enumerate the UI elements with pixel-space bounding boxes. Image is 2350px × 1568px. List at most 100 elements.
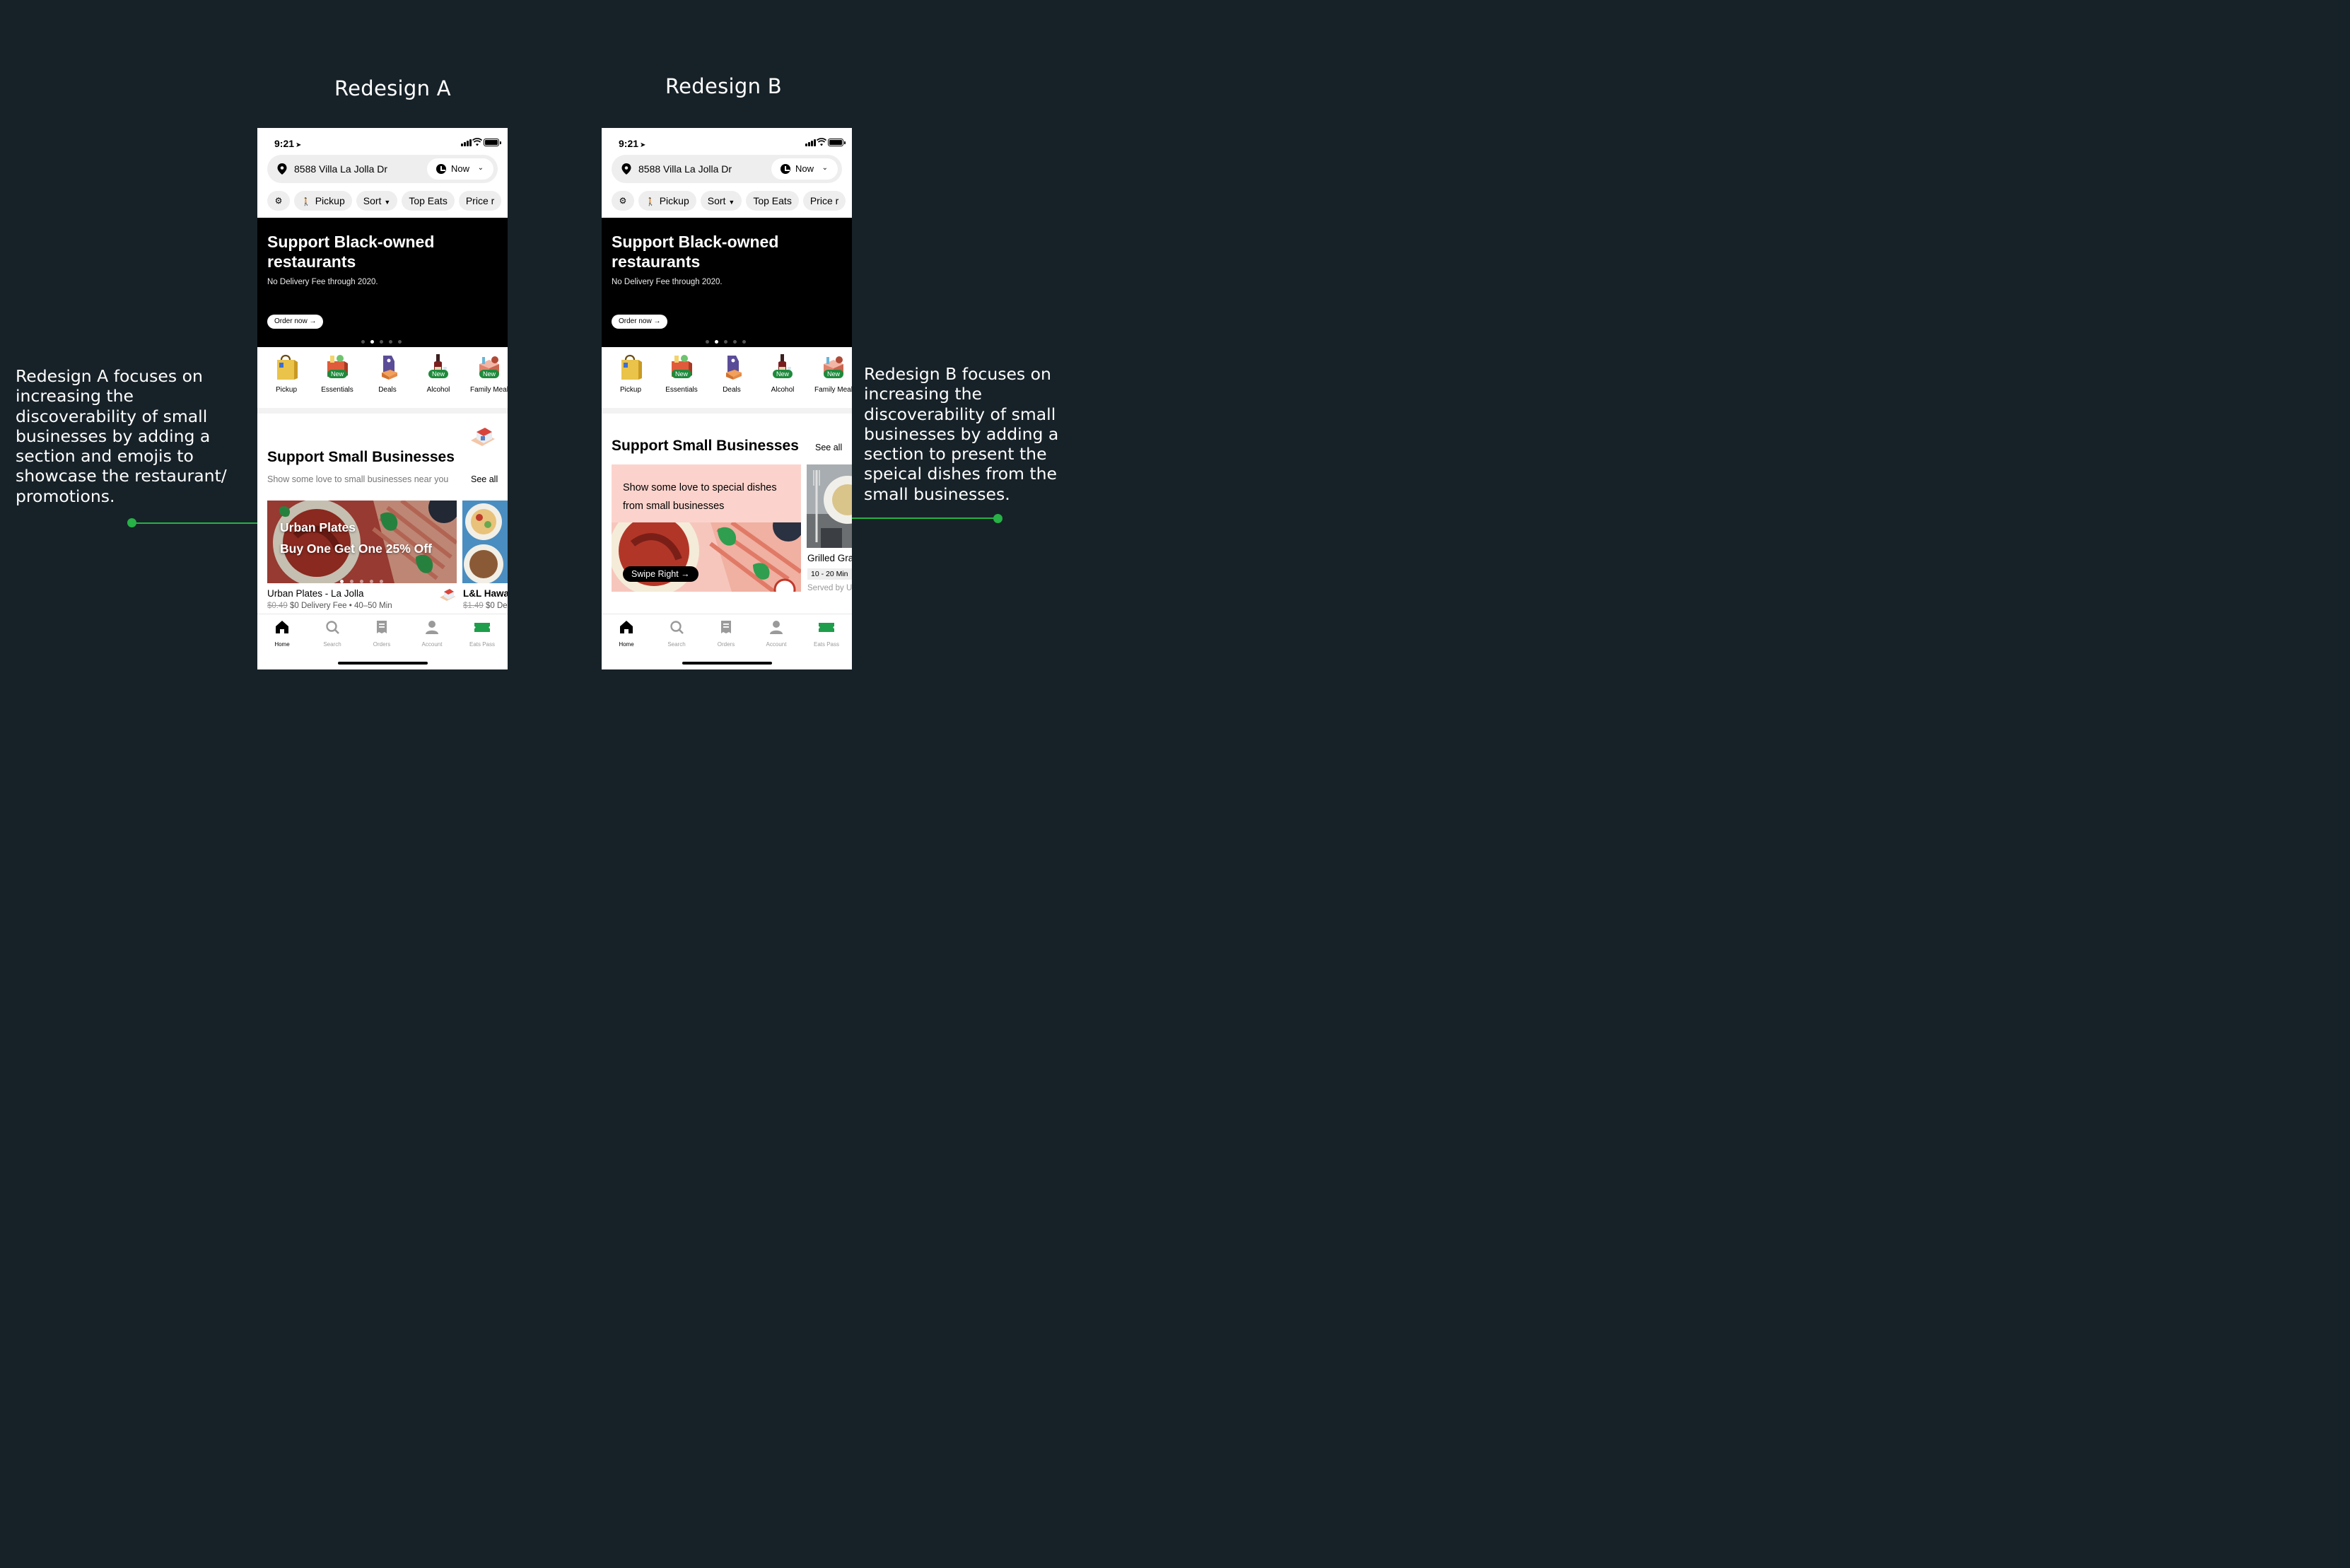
search-icon [326, 621, 339, 634]
tab-orders[interactable]: Orders [357, 620, 407, 648]
category-alcohol[interactable]: New Alcohol [414, 349, 463, 394]
delivery-time-label: Now [451, 163, 470, 174]
tab-home[interactable]: Home [602, 620, 651, 648]
delivery-eta: 40–50 Min [353, 602, 392, 610]
tab-orders[interactable]: Orders [701, 620, 751, 648]
old-delivery-fee: $0.49 [267, 602, 288, 610]
price-chip[interactable]: Price r [458, 191, 502, 211]
carousel-dots [706, 334, 752, 347]
tab-eats-pass[interactable]: Eats Pass [457, 620, 507, 648]
category-label: Alcohol [426, 386, 450, 394]
delivery-address: 8588 Villa La Jolla Dr [638, 163, 732, 175]
swipe-right-button[interactable]: Swipe Right → [623, 566, 698, 582]
promo-restaurant-name: Urban Plates [280, 520, 356, 534]
carousel-dots [361, 334, 407, 347]
shopping-bag-icon [616, 353, 645, 381]
hero-banner[interactable]: Support Black-owned restaurants No Deliv… [602, 218, 852, 347]
top-eats-chip-label: Top Eats [409, 195, 448, 206]
tab-search[interactable]: Search [652, 620, 701, 648]
chevron-down-icon: ⌄ [822, 164, 828, 172]
category-family-meal[interactable]: New Family Meal [464, 349, 508, 394]
category-deals[interactable]: Deals [707, 349, 756, 394]
hero-subtitle: No Delivery Fee through 2020. [267, 278, 378, 286]
sort-chip-label: Sort [363, 195, 382, 206]
pickup-chip[interactable]: 🚶 Pickup [638, 191, 696, 211]
tab-home[interactable]: Home [257, 620, 307, 648]
sliders-icon: ⚙ [274, 196, 283, 206]
receipt-icon [721, 621, 731, 633]
promo-card-image[interactable]: Urban Plates Buy One Get One 25% Off [267, 501, 457, 583]
card-carousel-dots [340, 574, 383, 583]
bottom-tab-bar: Home Search Orders Account Eats Pass [602, 614, 852, 669]
dish-served-by: Served by U [807, 584, 852, 592]
tab-account[interactable]: Account [752, 620, 801, 648]
tab-label: Home [619, 641, 634, 648]
storefront-small-icon [440, 589, 455, 601]
location-pin-icon [621, 163, 631, 175]
status-bar: 9:21 ➤ [257, 128, 508, 156]
tab-eats-pass[interactable]: Eats Pass [802, 620, 851, 648]
chevron-down-icon: ⌄ [477, 164, 484, 172]
status-time: 9:21 [274, 138, 295, 149]
connector-dot-b [993, 514, 1002, 523]
sort-chip[interactable]: Sort ▼ [700, 191, 742, 211]
battery-icon [484, 139, 501, 146]
delivery-fee: $0 De [485, 602, 508, 610]
address-bar[interactable]: 8588 Villa La Jolla Dr Now ⌄ [267, 155, 498, 183]
restaurant-name-2[interactable]: L&L Hawa [463, 588, 508, 599]
connector-line-a [131, 522, 257, 524]
tab-account[interactable]: Account [407, 620, 457, 648]
category-deals[interactable]: Deals [363, 349, 412, 394]
category-family-meal[interactable]: New Family Meal [809, 349, 852, 394]
category-pickup[interactable]: Pickup [606, 349, 655, 394]
restaurant-name[interactable]: Urban Plates - La Jolla [267, 588, 364, 599]
hero-banner[interactable]: Support Black-owned restaurants No Deliv… [257, 218, 508, 347]
phone-redesign-a: 9:21 ➤ 8588 Villa La Jolla Dr Now ⌄ ⚙ 🚶 Pic… [257, 128, 508, 669]
address-bar[interactable]: 8588 Villa La Jolla Dr Now ⌄ [612, 155, 842, 183]
phone-redesign-b: 9:21 ➤ 8588 Villa La Jolla Dr Now ⌄ ⚙ 🚶 Pic… [602, 128, 852, 669]
tab-search[interactable]: Search [308, 620, 357, 648]
account-icon [770, 621, 783, 634]
hero-title: Support Black-owned restaurants [267, 233, 435, 271]
pickup-chip[interactable]: 🚶 Pickup [294, 191, 352, 211]
filter-settings-chip[interactable]: ⚙ [612, 191, 634, 211]
delivery-time-selector[interactable]: Now ⌄ [771, 158, 838, 180]
top-eats-chip[interactable]: Top Eats [402, 191, 455, 211]
bottom-tab-bar: Home Search Orders Account Eats Pass [257, 614, 508, 669]
category-pickup[interactable]: Pickup [262, 349, 311, 394]
top-eats-chip[interactable]: Top Eats [746, 191, 799, 211]
section-title: Support Small Businesses [267, 449, 455, 465]
category-essentials[interactable]: New Essentials [657, 349, 706, 394]
dish-name[interactable]: Grilled Gra [807, 553, 852, 563]
signal-icon [461, 139, 472, 146]
see-all-link[interactable]: See all [471, 474, 498, 484]
order-now-button[interactable]: Order now → [267, 315, 324, 329]
see-all-link[interactable]: See all [815, 443, 842, 452]
restaurant-meta-2: $1.49 $0 De [463, 602, 508, 610]
delivery-fee: $0 Delivery Fee [289, 602, 347, 610]
category-label: Essentials [665, 386, 698, 394]
location-arrow-icon: ➤ [640, 141, 646, 149]
top-eats-chip-label: Top Eats [753, 195, 792, 206]
category-essentials[interactable]: New Essentials [312, 349, 362, 394]
redesign-a-heading: Redesign A [334, 76, 451, 100]
category-label: Pickup [619, 386, 641, 394]
ticket-icon [474, 623, 490, 632]
dish-card-image[interactable] [807, 464, 852, 548]
walking-person-icon: 🚶 [645, 198, 655, 206]
category-alcohol[interactable]: New Alcohol [758, 349, 807, 394]
location-arrow-icon: ➤ [296, 141, 302, 149]
wifi-icon [472, 138, 482, 146]
account-icon [426, 621, 438, 634]
clock-icon [436, 164, 446, 174]
category-label: Deals [723, 386, 741, 394]
order-now-button[interactable]: Order now → [612, 315, 668, 329]
sort-chip[interactable]: Sort ▼ [356, 191, 398, 211]
price-chip[interactable]: Price r [802, 191, 846, 211]
filter-settings-chip[interactable]: ⚙ [267, 191, 290, 211]
restaurant-card-image[interactable] [462, 501, 508, 583]
home-indicator [338, 662, 428, 665]
category-label: Deals [378, 386, 397, 394]
special-dishes-card[interactable]: Show some love to special dishes from sm… [612, 464, 801, 592]
delivery-time-selector[interactable]: Now ⌄ [427, 158, 493, 180]
